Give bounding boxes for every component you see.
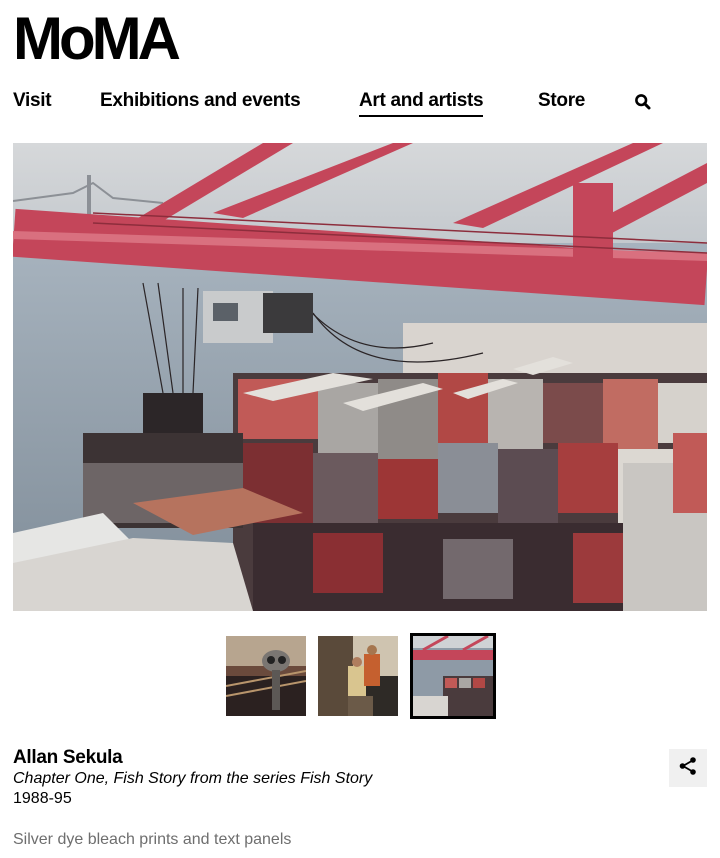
thumbnail-workers[interactable] [315,633,401,719]
search-icon[interactable] [634,93,652,111]
artwork-medium: Silver dye bleach prints and text panels [13,831,292,848]
thumbnail-binoculars[interactable] [223,633,309,719]
share-icon [678,756,698,781]
nav-store[interactable]: Store [538,88,585,114]
thumbnail-container-ship[interactable] [410,633,496,719]
nav-exhibitions-and-events[interactable]: Exhibitions and events [100,88,301,114]
artist-name[interactable]: Allan Sekula [13,747,123,769]
nav-art-and-artists[interactable]: Art and artists [359,88,484,117]
nav-visit[interactable]: Visit [13,88,52,114]
artwork-hero-image[interactable] [13,143,707,611]
artwork-title: Chapter One, Fish Story from the series … [13,770,373,787]
artwork-date: 1988-95 [13,790,72,807]
moma-logo[interactable]: MoMA [13,8,181,70]
share-button[interactable] [669,749,707,787]
